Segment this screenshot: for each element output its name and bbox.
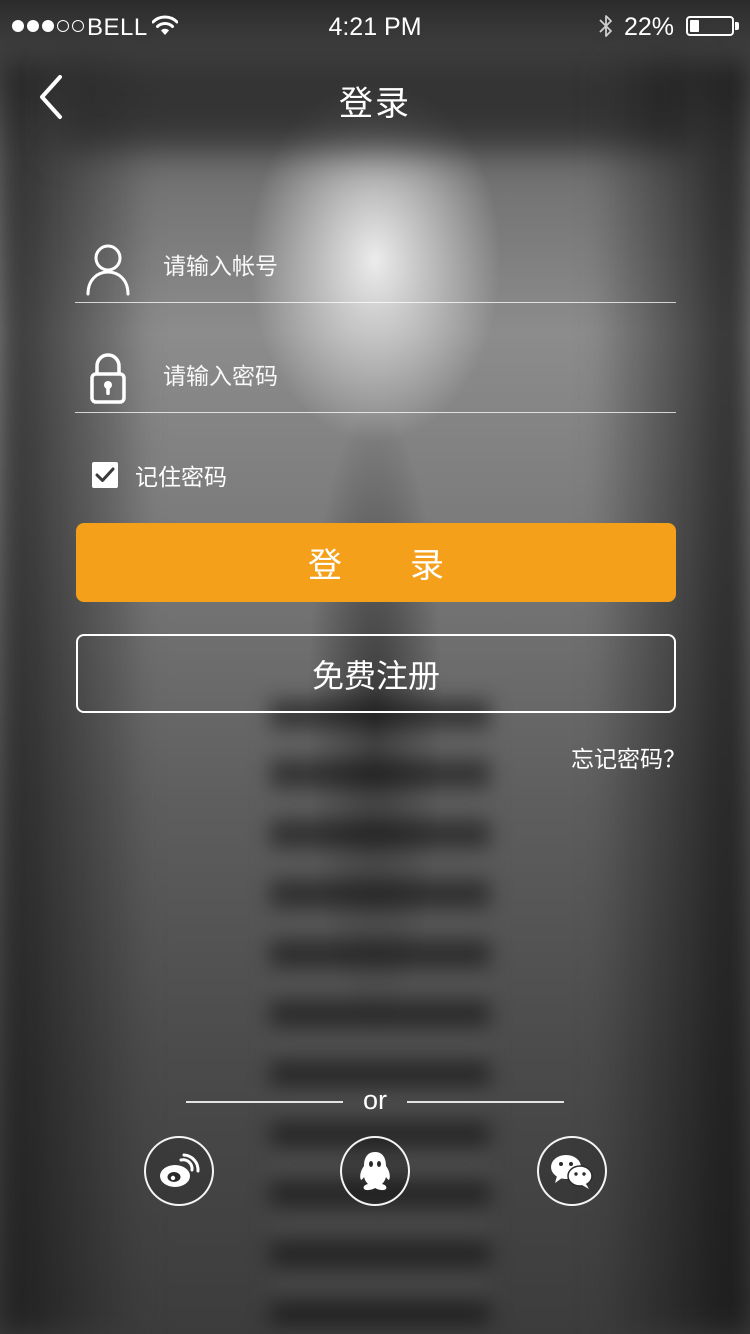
lock-icon	[90, 353, 126, 404]
background-track	[270, 700, 490, 1334]
weibo-login-button[interactable]	[144, 1136, 214, 1206]
remember-password-toggle[interactable]: 记住密码	[92, 458, 227, 492]
divider-line	[407, 1101, 564, 1103]
page-title: 登录	[339, 84, 411, 124]
login-button[interactable]: 登 录	[76, 523, 676, 602]
battery-percent: 22%	[624, 13, 675, 41]
bluetooth-icon	[599, 15, 612, 37]
forgot-password-link[interactable]: 忘记密码？	[571, 740, 686, 774]
qq-icon	[360, 1152, 390, 1191]
password-input[interactable]	[163, 352, 663, 402]
battery-nub	[735, 22, 739, 30]
checkmark-icon	[95, 467, 115, 482]
wechat-icon	[551, 1155, 593, 1189]
remember-label: 记住密码	[135, 465, 227, 491]
weibo-icon	[160, 1153, 200, 1187]
status-bar: BELL 4:21 PM 22%	[0, 0, 750, 54]
user-icon	[86, 244, 130, 296]
battery-level	[690, 20, 699, 32]
wechat-login-button[interactable]	[537, 1136, 607, 1206]
qq-login-button[interactable]	[340, 1136, 410, 1206]
username-input[interactable]	[163, 242, 663, 292]
or-divider: or	[186, 1085, 564, 1119]
username-field[interactable]	[75, 232, 676, 303]
password-field[interactable]	[75, 342, 676, 413]
remember-checkbox[interactable]	[92, 462, 118, 488]
battery-icon	[686, 16, 734, 36]
register-button[interactable]: 免费注册	[76, 634, 676, 713]
